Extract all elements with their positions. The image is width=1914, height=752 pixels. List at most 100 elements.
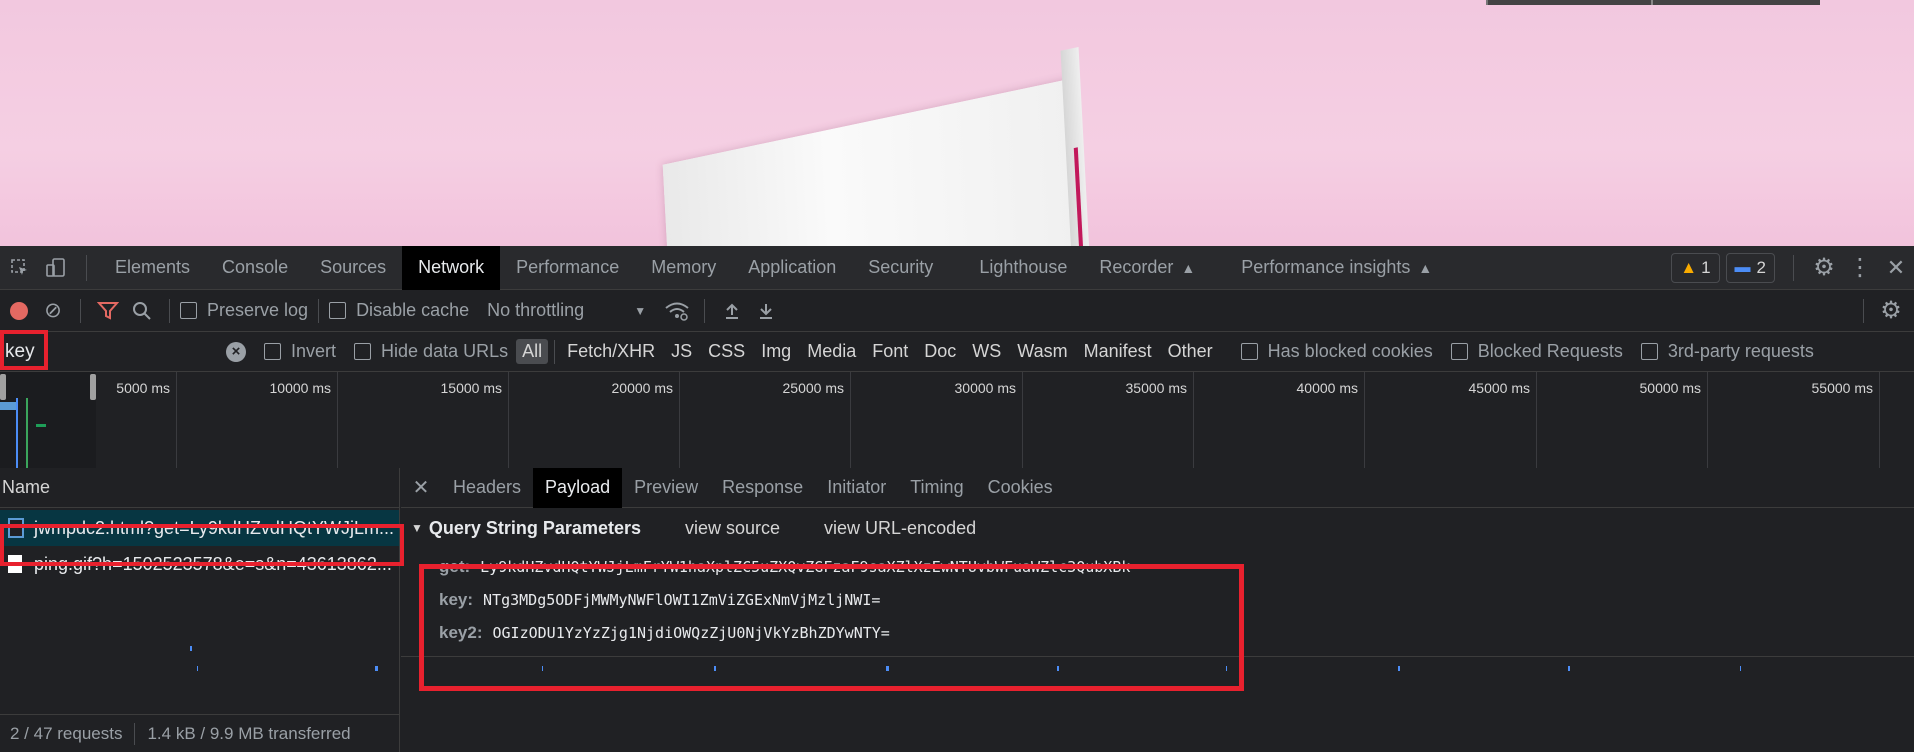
tab-preview[interactable]: Preview [622, 468, 710, 508]
disable-cache-label: Disable cache [356, 300, 470, 320]
highlight-params-box [419, 564, 1244, 691]
devtools-tabbar: Elements Console Sources Network Perform… [0, 245, 1914, 290]
tab-performance[interactable]: Performance [500, 246, 635, 290]
tab-lighthouse[interactable]: Lighthouse [963, 246, 1083, 290]
tab-network[interactable]: Network [402, 245, 501, 290]
tab-memory[interactable]: Memory [635, 246, 732, 290]
divider [134, 722, 136, 745]
close-detail-icon[interactable]: ✕ [401, 475, 441, 500]
timeline-tick: 10000 ms [176, 372, 337, 468]
type-filter-css[interactable]: CSS [702, 339, 751, 364]
transferred-size: 1.4 kB / 9.9 MB transferred [147, 723, 351, 743]
more-options-icon[interactable]: ⋮ [1842, 250, 1878, 286]
type-filter-fetch-xhr[interactable]: Fetch/XHR [561, 339, 661, 364]
flask-icon: ▲ [1181, 259, 1196, 276]
divider [169, 298, 170, 323]
view-source-link[interactable]: view source [685, 518, 780, 539]
view-url-encoded-link[interactable]: view URL-encoded [824, 518, 976, 539]
expand-triangle-icon: ▼ [411, 521, 423, 535]
type-filter-doc[interactable]: Doc [918, 339, 962, 364]
highlight-request-box [0, 524, 404, 566]
divider [86, 254, 87, 281]
has-blocked-cookies-checkbox[interactable]: Has blocked cookies [1240, 341, 1433, 362]
timeline-tick: 35000 ms [1022, 372, 1193, 468]
tab-timing[interactable]: Timing [898, 468, 975, 508]
type-filter-font[interactable]: Font [866, 339, 914, 364]
video-control-bar [1486, 0, 1820, 5]
overview-left-handle[interactable] [0, 374, 6, 400]
flask-icon: ▲ [1418, 259, 1433, 276]
tab-security[interactable]: Security [852, 246, 949, 290]
import-har-icon[interactable] [715, 294, 749, 328]
invert-checkbox[interactable]: Invert [264, 341, 336, 362]
close-icon[interactable]: ✕ [1878, 250, 1914, 286]
tab-cookies[interactable]: Cookies [976, 468, 1065, 508]
tab-headers[interactable]: Headers [441, 468, 533, 508]
type-filter-all[interactable]: All [516, 339, 549, 364]
type-filter-media[interactable]: Media [801, 339, 862, 364]
warnings-badge[interactable]: ▲ 1 [1671, 252, 1720, 283]
preserve-log-checkbox[interactable]: Preserve log [180, 300, 308, 321]
overview-marker [26, 398, 28, 468]
request-list: Name jwmpdc2.html?get=Ly9kdHZvdHQtYWJjLm… [0, 468, 400, 752]
warning-icon: ▲ [1680, 257, 1698, 277]
tab-console[interactable]: Console [206, 246, 304, 290]
tab-sources[interactable]: Sources [304, 246, 402, 290]
type-filter-img[interactable]: Img [755, 339, 797, 364]
hide-data-urls-checkbox[interactable]: Hide data URLs [354, 341, 508, 362]
filter-bar: key × Invert Hide data URLs All Fetch/XH… [0, 332, 1914, 372]
third-party-requests-checkbox[interactable]: 3rd-party requests [1640, 341, 1814, 362]
timeline-tick: 15000 ms [337, 372, 508, 468]
warnings-count: 1 [1701, 257, 1711, 277]
tab-payload[interactable]: Payload [533, 467, 623, 508]
divider [704, 298, 706, 323]
tab-initiator[interactable]: Initiator [815, 468, 898, 508]
tab-response[interactable]: Response [710, 468, 815, 508]
request-summary: 2 / 47 requests 1.4 kB / 9.9 MB transfer… [0, 714, 400, 752]
invert-label: Invert [291, 341, 337, 361]
type-filter-ws[interactable]: WS [966, 339, 1007, 364]
product-box-image: ᏣᏜ [658, 0, 1091, 246]
tab-performance-insights[interactable]: Performance insights ▲ [1225, 246, 1448, 290]
checkbox-box [264, 343, 281, 360]
record-icon [10, 301, 28, 320]
tab-recorder[interactable]: Recorder ▲ [1083, 246, 1211, 290]
messages-badge[interactable]: ▬ 2 [1725, 252, 1775, 283]
clear-icon[interactable]: ⊘ [36, 294, 70, 328]
name-column-header[interactable]: Name [0, 468, 399, 508]
tab-application[interactable]: Application [732, 246, 852, 290]
type-filter-other[interactable]: Other [1162, 339, 1219, 364]
tab-elements[interactable]: Elements [99, 246, 206, 290]
throttling-select[interactable]: No throttling ▼ [487, 300, 646, 321]
inspect-element-icon[interactable] [2, 250, 38, 286]
filter-icon[interactable] [91, 294, 125, 328]
blocked-requests-label: Blocked Requests [1477, 341, 1623, 361]
messages-count: 2 [1756, 257, 1766, 277]
timeline-tick: 30000 ms [850, 372, 1022, 468]
clear-filter-icon[interactable]: × [226, 341, 246, 362]
page-viewport: ᏣᏜ [0, 0, 1914, 246]
timeline-tick: 55000 ms [1707, 372, 1879, 468]
type-filter-wasm[interactable]: Wasm [1011, 339, 1073, 364]
type-filter-manifest[interactable]: Manifest [1078, 339, 1158, 364]
timeline-tick: 20000 ms [508, 372, 679, 468]
network-settings-gear-icon[interactable]: ⚙ [1874, 294, 1908, 328]
device-toolbar-icon[interactable] [38, 250, 74, 286]
overview-selection[interactable] [0, 372, 96, 468]
checkbox-box [354, 343, 372, 360]
network-conditions-icon[interactable] [660, 294, 694, 328]
type-filter-js[interactable]: JS [665, 339, 698, 364]
search-icon[interactable] [125, 294, 159, 328]
chevron-down-icon: ▼ [634, 303, 647, 318]
tab-performance-insights-label: Performance insights [1241, 257, 1411, 277]
divider [554, 339, 556, 364]
query-string-section-header[interactable]: ▼ Query String Parameters view source vi… [401, 508, 1914, 548]
disable-cache-checkbox[interactable]: Disable cache [329, 300, 469, 321]
record-button[interactable] [2, 294, 36, 328]
export-har-icon[interactable] [749, 294, 783, 328]
blocked-requests-checkbox[interactable]: Blocked Requests [1450, 341, 1623, 362]
section-title: Query String Parameters [428, 517, 641, 538]
settings-gear-icon[interactable]: ⚙ [1806, 250, 1842, 286]
timeline-tick: 25000 ms [679, 372, 850, 468]
throttling-value: No throttling [487, 300, 585, 320]
